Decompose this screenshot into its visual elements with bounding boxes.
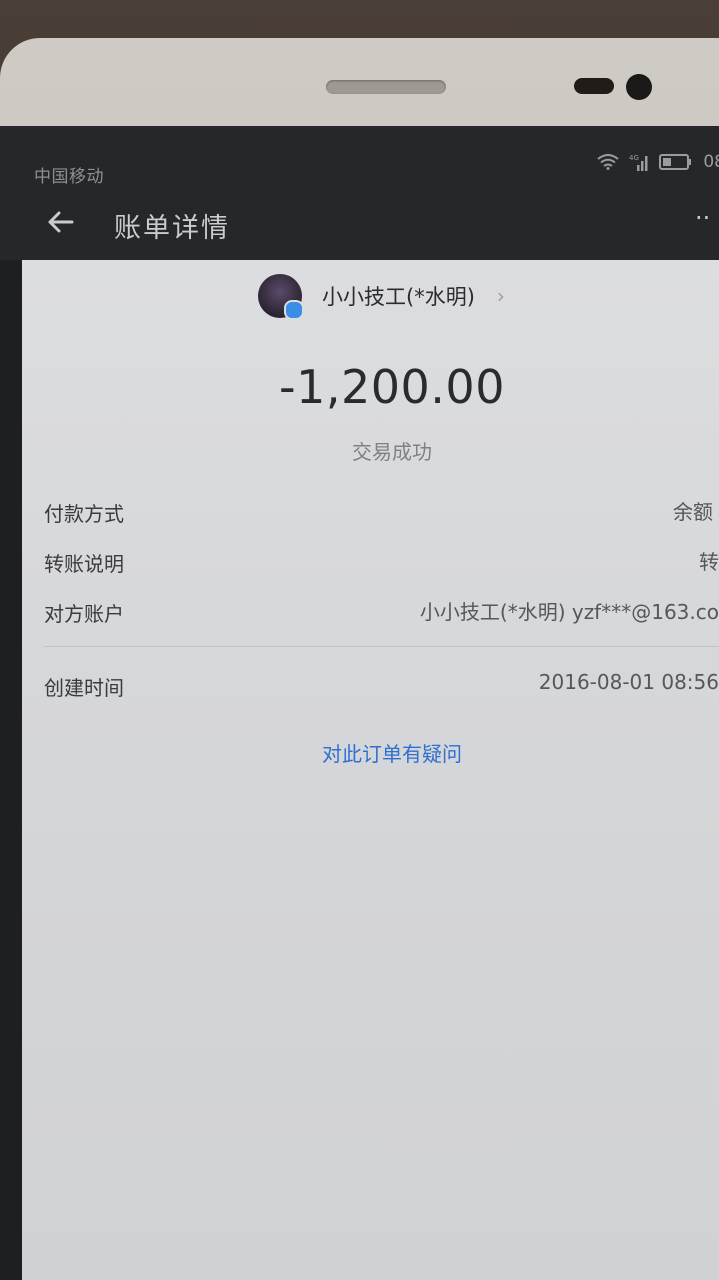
more-icon: ·· (695, 204, 711, 232)
detail-value: 小小技工(*水明) yzf***@163.co (419, 600, 719, 624)
signal-icon: 4G (629, 153, 649, 171)
payee-row[interactable]: 小小技工(*水明) › (258, 274, 505, 320)
order-question-link[interactable]: 对此订单有疑问 (22, 738, 719, 767)
bill-detail-content: 小小技工(*水明) › -1,200.00 交易成功 付款方式 余额 转账说明 … (22, 260, 719, 1280)
status-icons: 4G 08 (597, 152, 719, 172)
front-camera (626, 74, 652, 100)
transaction-status: 交易成功 (352, 440, 432, 464)
payee-name: 小小技工(*水明) (322, 285, 475, 309)
app-bar: 账单详情 ·· (0, 186, 719, 260)
detail-value: 余额 (673, 500, 713, 524)
wifi-icon (597, 154, 619, 170)
battery-icon (659, 153, 693, 171)
clock: 08 (703, 152, 719, 172)
detail-value: 转 (699, 550, 719, 574)
detail-label: 创建时间 (44, 676, 124, 700)
detail-row-counterparty-account: 对方账户 小小技工(*水明) yzf***@163.co (22, 592, 719, 632)
divider (44, 646, 719, 647)
chevron-right-icon: › (496, 284, 505, 308)
phone-screen: 中国移动 4G 0 账单详情 ·· 小小技工(*水明) › -1,200.00 … (0, 126, 719, 1280)
detail-label: 转账说明 (44, 552, 124, 576)
more-button[interactable]: ·· (695, 204, 719, 234)
transaction-amount: -1,200.00 (279, 360, 505, 414)
verified-icon (284, 300, 304, 320)
detail-label: 付款方式 (44, 502, 124, 526)
detail-row-transfer-note: 转账说明 转 (22, 542, 719, 582)
back-button[interactable] (40, 208, 80, 240)
detail-label: 对方账户 (44, 602, 124, 626)
detail-row-created-time: 创建时间 2016-08-01 08:56 (22, 666, 719, 706)
earpiece-speaker (326, 80, 446, 94)
carrier-label: 中国移动 (34, 167, 104, 187)
network-type-label: 4G (629, 154, 639, 162)
page-title: 账单详情 (114, 213, 230, 244)
proximity-sensor (574, 78, 614, 94)
detail-row-payment-method: 付款方式 余额 (22, 492, 719, 532)
avatar (258, 274, 304, 320)
back-arrow-icon (46, 210, 74, 238)
status-bar: 中国移动 4G 0 (0, 126, 719, 187)
detail-value: 2016-08-01 08:56 (538, 670, 719, 694)
